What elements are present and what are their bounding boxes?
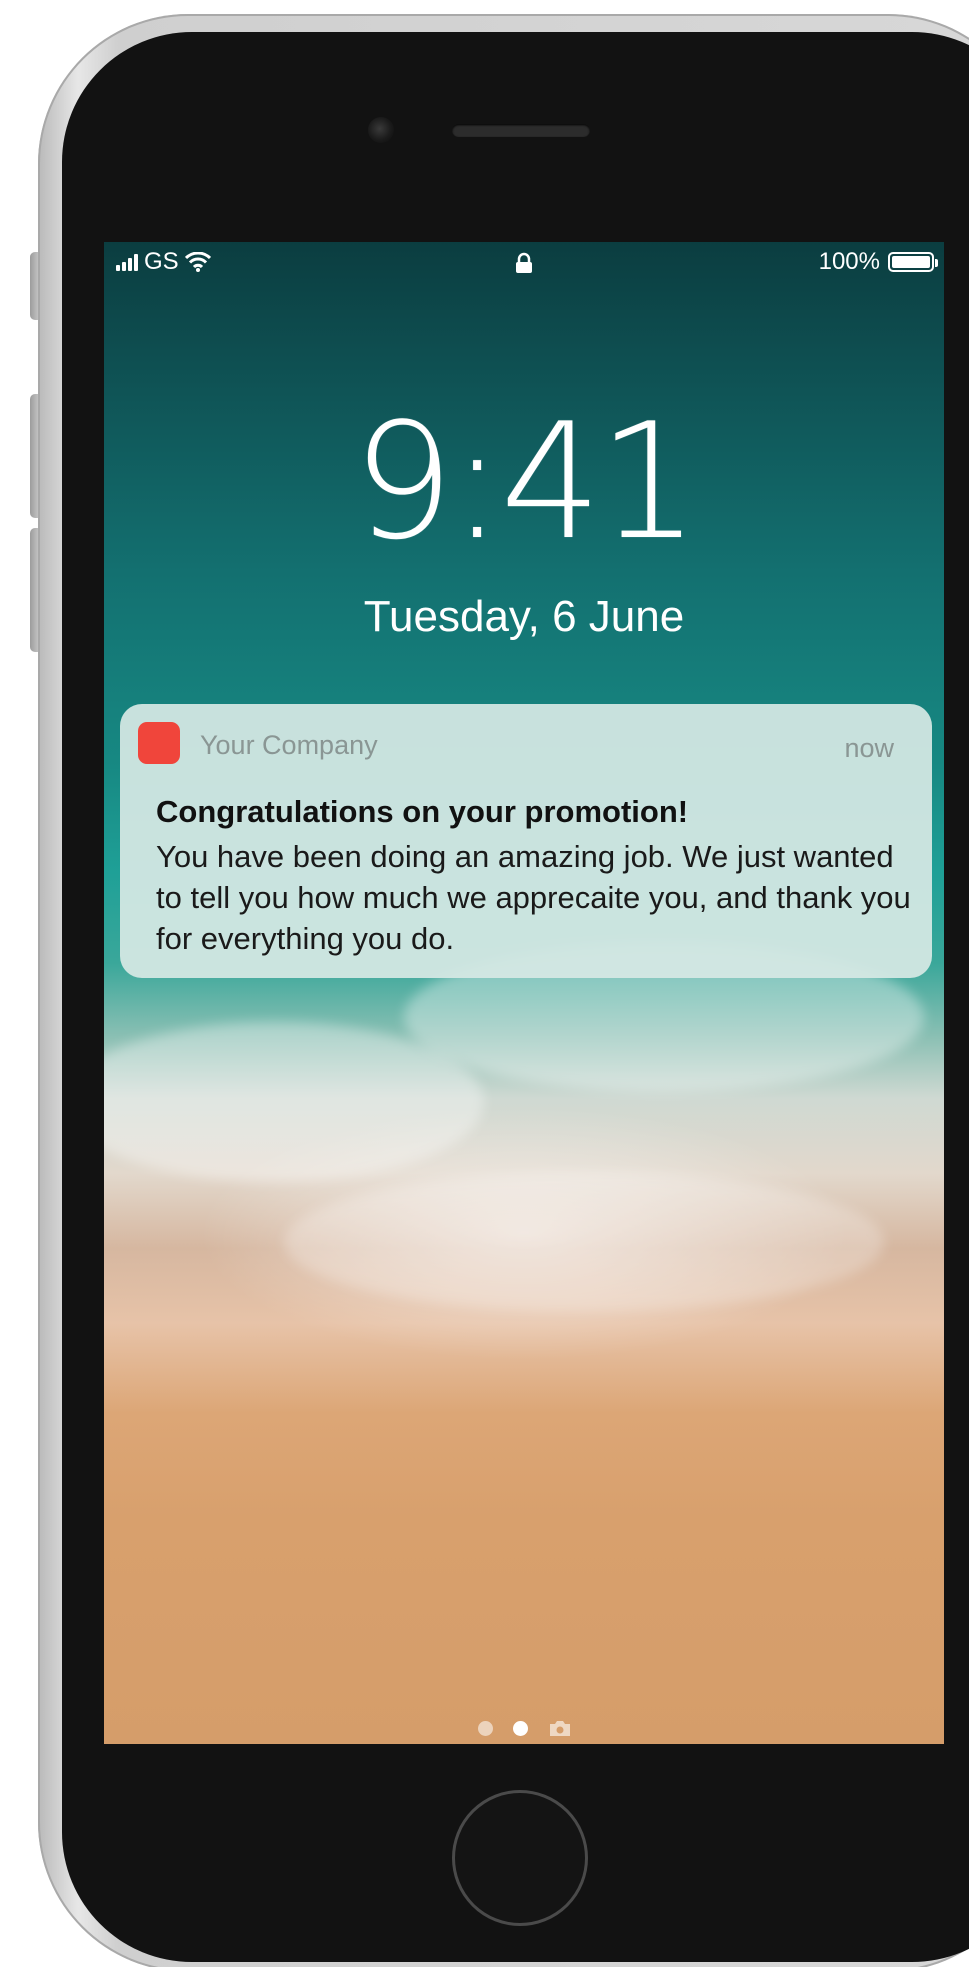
lock-screen-time: 9:41 bbox=[352, 388, 699, 575]
status-left: GS bbox=[116, 248, 211, 276]
battery-level bbox=[892, 256, 930, 268]
home-button[interactable] bbox=[452, 1790, 588, 1926]
notification-app-name: Your Company bbox=[200, 730, 378, 760]
page-indicator bbox=[478, 1718, 572, 1738]
camera-icon[interactable] bbox=[548, 1718, 572, 1738]
wallpaper-foam bbox=[284, 1172, 884, 1312]
notification-body: You have been doing an amazing job. We j… bbox=[156, 839, 911, 956]
device-stage: GS 100% 9:41 Tuesday, 6 June Your Compan… bbox=[0, 0, 969, 1967]
signal-icon bbox=[116, 253, 138, 271]
notification-time: now bbox=[844, 733, 894, 763]
notification-title: Congratulations on your promotion! bbox=[156, 794, 689, 829]
status-bar: GS 100% bbox=[104, 242, 944, 286]
lock-screen[interactable]: GS 100% 9:41 Tuesday, 6 June Your Compan… bbox=[104, 242, 944, 1744]
page-dot-active bbox=[513, 1720, 528, 1736]
carrier-name: GS bbox=[144, 248, 179, 275]
lock-icon bbox=[516, 252, 532, 273]
battery-percent: 100% bbox=[818, 248, 880, 275]
wifi-icon bbox=[184, 252, 211, 272]
app-icon bbox=[138, 722, 180, 764]
status-right: 100% bbox=[818, 248, 938, 276]
earpiece-speaker bbox=[452, 124, 590, 137]
front-camera bbox=[368, 117, 394, 143]
notification-card[interactable]: Your Company now Congratulations on your… bbox=[120, 704, 932, 978]
battery-icon bbox=[888, 252, 938, 272]
page-dot bbox=[478, 1720, 493, 1736]
lock-screen-date: Tuesday, 6 June bbox=[363, 592, 685, 641]
